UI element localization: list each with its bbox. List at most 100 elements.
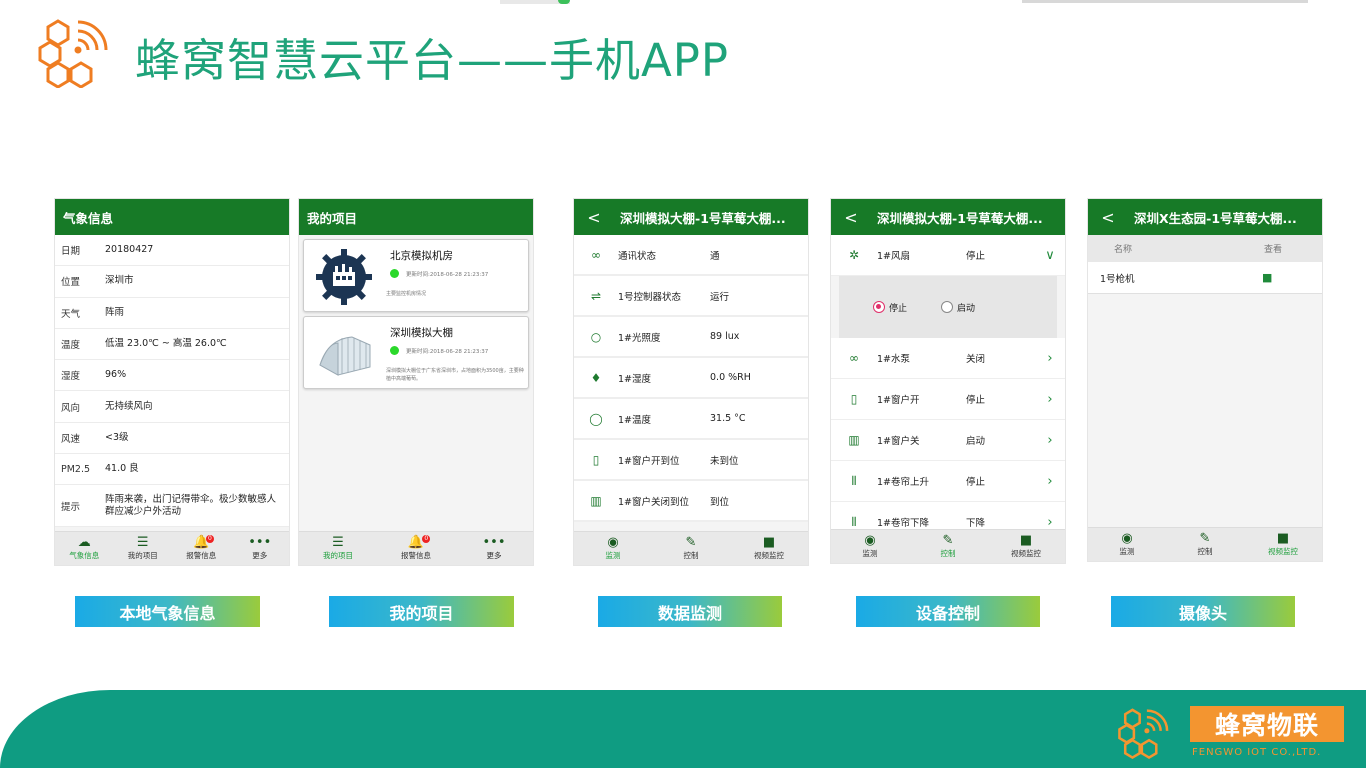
tab-item[interactable]: ■ 视频监控 [730, 532, 808, 565]
device-status: 停止 [966, 395, 986, 406]
caption-camera: 摄像头 [1111, 596, 1295, 627]
tab-item[interactable]: ✎ 控制 [1166, 528, 1244, 561]
tab-bell-icon[interactable]: 🔔 0 报警信息 [172, 532, 231, 565]
curtain-icon: ⦀ [851, 473, 857, 488]
brand-name: 蜂窝物联 [1190, 706, 1344, 742]
tab-icon: ◉ [1121, 531, 1133, 546]
back-icon[interactable]: < [1096, 208, 1120, 227]
device-row[interactable]: ▯ 1#窗户开 停止 › [831, 379, 1065, 420]
device-status: 停止 [966, 477, 986, 488]
tab-item[interactable]: ✎ 控制 [909, 530, 987, 563]
chevron-down-icon[interactable]: ∨ [1035, 248, 1065, 263]
tab-item[interactable]: ■ 视频监控 [1244, 528, 1322, 561]
honeycomb-logo-icon [1118, 708, 1169, 760]
device-name: 1#卷帘上升 [877, 477, 930, 488]
weather-value: <3级 [105, 431, 129, 443]
device-row[interactable]: ▥ 1#窗户关 启动 › [831, 420, 1065, 461]
status-dot [390, 269, 399, 278]
sensor-value: 31.5 °C [710, 413, 746, 424]
tab-item[interactable]: ◉ 监测 [574, 532, 652, 565]
window-icon: ▯ [850, 392, 858, 406]
project-card[interactable]: 北京模拟机房 更新时间:2018-06-28 21:23:37 主要监控机房情况 [303, 239, 529, 312]
weather-key: 温度 [61, 340, 81, 352]
chevron-right-icon[interactable]: › [1035, 515, 1065, 530]
projects-screen: 我的项目 北京模拟机房 更新时间:2018-06-28 21:23:37 主要监… [298, 198, 534, 566]
curtain-icon: ⦀ [851, 514, 857, 529]
update-time: 更新时间:2018-06-28 21:23:37 [406, 272, 489, 278]
tab-list-icon[interactable]: ☰ 我的项目 [114, 532, 173, 565]
radio-start[interactable]: 启动 [941, 301, 975, 314]
tab-weather-icon[interactable]: ☁ 气象信息 [55, 532, 114, 565]
weather-icon: ☁ [77, 535, 91, 550]
device-status: 停止 [966, 251, 986, 262]
device-status: 关闭 [966, 354, 986, 365]
app-bar: < 深圳模拟大棚-1号草莓大棚... [831, 199, 1065, 235]
weather-row: 风向 无持续风向 [55, 391, 289, 423]
tab-item[interactable]: 🔔 0 报警信息 [377, 532, 455, 565]
tab-item[interactable]: ◉ 监测 [831, 530, 909, 563]
weather-key: 日期 [61, 246, 81, 258]
radio-label: 启动 [957, 303, 976, 314]
device-row[interactable]: ∞ 1#水泵 关闭 › [831, 338, 1065, 379]
tab-label: 视频监控 [1011, 549, 1041, 558]
tab-icon: ◉ [864, 533, 876, 548]
sensor-name: 1#温度 [618, 414, 652, 426]
back-icon[interactable]: < [839, 208, 863, 227]
video-camera-icon[interactable]: ■ [1262, 271, 1322, 284]
tab-more-icon[interactable]: ••• 更多 [231, 532, 290, 565]
device-row[interactable]: ⦀ 1#卷帘上升 停止 › [831, 461, 1065, 502]
weather-row: 日期 20180427 [55, 235, 289, 267]
tab-label: 视频监控 [754, 551, 784, 560]
camera-name: 1号枪机 [1100, 273, 1135, 285]
weather-value: 深圳市 [105, 275, 134, 287]
chevron-right-icon[interactable]: › [1035, 351, 1065, 366]
alert-count-badge: 0 [422, 535, 431, 543]
window-icon: ▯ [592, 452, 600, 467]
tab-item[interactable]: ✎ 控制 [652, 532, 730, 565]
tab-label: 监测 [605, 551, 621, 560]
tab-item[interactable]: ■ 视频监控 [987, 530, 1065, 563]
tab-item[interactable]: ◉ 监测 [1088, 528, 1166, 561]
app-bar: < 深圳X生态园-1号草莓大棚... [1088, 199, 1322, 235]
sensor-value: 未到位 [710, 455, 739, 467]
tab-icon: ◉ [607, 535, 619, 550]
tab-label: 监测 [862, 549, 878, 558]
tab-icon: ■ [1276, 531, 1290, 546]
circle-icon: ◯ [589, 411, 603, 426]
screen-title: 深圳模拟大棚-1号草莓大棚... [620, 210, 786, 226]
sensor-row: ⇌ 1号控制器状态 运行 [574, 276, 808, 317]
radio-stop[interactable]: 停止 [873, 301, 907, 314]
tab-item[interactable]: ☰ 我的项目 [299, 532, 377, 565]
weather-value: 96% [105, 369, 127, 381]
weather-key: 风向 [61, 402, 81, 414]
tab-label: 控制 [683, 551, 699, 560]
chevron-right-icon[interactable]: › [1035, 392, 1065, 407]
chevron-right-icon[interactable]: › [1035, 433, 1065, 448]
device-status: 启动 [966, 436, 986, 447]
project-card[interactable]: 深圳模拟大棚 更新时间:2018-06-28 21:23:37 深圳模拟大棚位于… [303, 316, 529, 389]
tab-item[interactable]: ••• 更多 [455, 532, 533, 565]
column-name: 名称 [1114, 245, 1133, 255]
back-icon[interactable]: < [582, 208, 606, 227]
caption-monitor: 数据监测 [598, 596, 782, 627]
project-name: 北京模拟机房 [390, 250, 453, 262]
weather-value: 低温 23.0℃ ~ 高温 26.0℃ [105, 338, 227, 350]
tab-bar: ◉ 监测 ✎ 控制 ■ 视频监控 [831, 529, 1065, 563]
tab-label: 监测 [1119, 547, 1135, 556]
sensor-name: 通讯状态 [618, 250, 657, 262]
tab-label: 我的项目 [127, 551, 158, 560]
device-name: 1#风扇 [877, 251, 911, 262]
monitor-screen: < 深圳模拟大棚-1号草莓大棚... ∞ 通讯状态 通 ⇌ 1号控制器状态 运行 ○ 1#光照… [573, 198, 809, 566]
weather-value: 41.0 良 [105, 463, 139, 475]
chevron-right-icon[interactable]: › [1035, 474, 1065, 489]
tab-label: 控制 [940, 549, 956, 558]
brand-subtitle: FENGWO IOT CO.,LTD. [1192, 747, 1322, 758]
tab-icon: ✎ [1199, 531, 1211, 546]
top-decoration [500, 0, 570, 4]
device-row-fan[interactable]: ✲ 1#风扇 停止 ∨ [831, 235, 1065, 276]
weather-value: 阵雨 [105, 306, 125, 318]
tab-label: 视频监控 [1268, 547, 1298, 556]
sensor-row: ◯ 1#温度 31.5 °C [574, 399, 808, 440]
camera-row[interactable]: 1号枪机 ■ [1088, 262, 1322, 294]
weather-value: 阵雨来袭，出门记得带伞。极少数敏感人群应减少户外活动 [105, 493, 277, 517]
